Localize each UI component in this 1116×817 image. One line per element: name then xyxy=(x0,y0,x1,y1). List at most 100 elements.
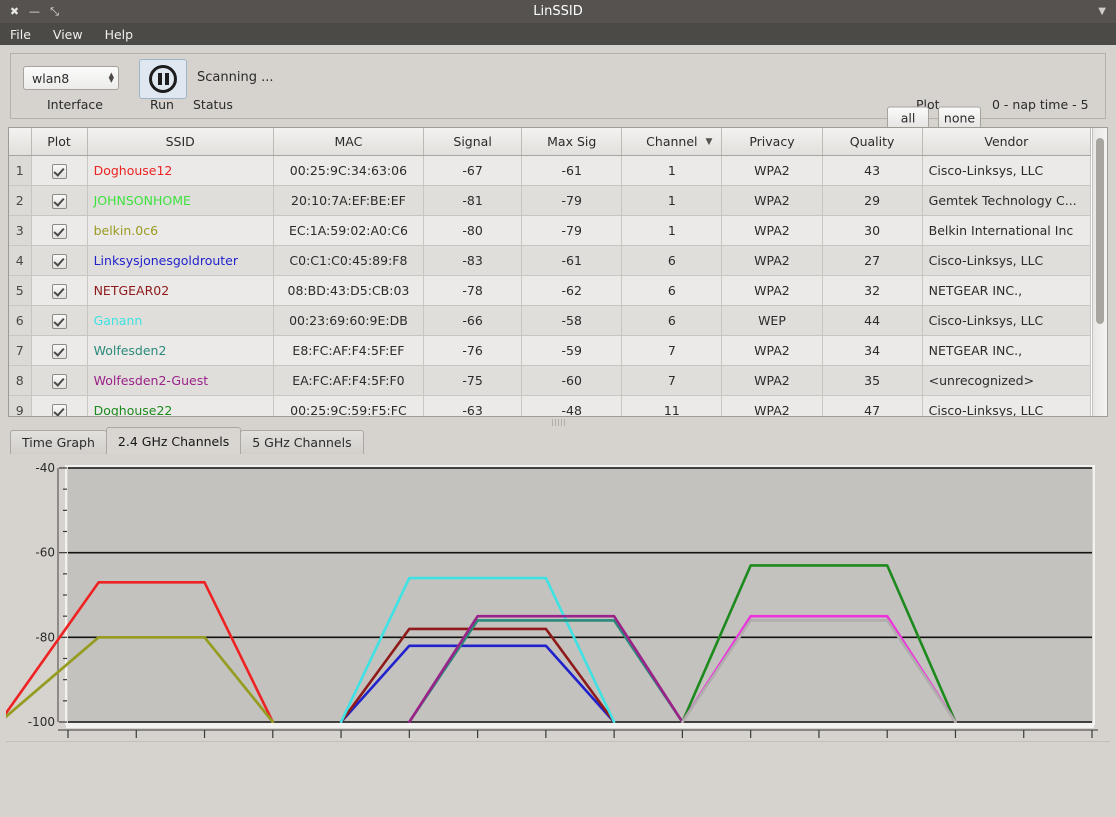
menu-item-file[interactable]: File xyxy=(10,27,31,42)
table-row[interactable]: 7Wolfesden2E8:FC:AF:F4:5F:EF-76-597WPA23… xyxy=(9,336,1091,366)
interface-select[interactable]: wlan8 ▲▼ xyxy=(23,66,119,90)
column-header-signal[interactable]: Signal xyxy=(424,128,522,156)
y-axis-tick-label: -60 xyxy=(35,546,55,560)
row-index: 4 xyxy=(9,246,31,276)
minimize-icon[interactable]: — xyxy=(28,5,41,18)
row-privacy: WPA2 xyxy=(722,276,822,306)
plot-checkbox[interactable] xyxy=(52,374,67,389)
row-signal: -83 xyxy=(424,246,522,276)
row-signal: -66 xyxy=(424,306,522,336)
channel-plot-panel: -40-60-80-1001234567891011121314 xyxy=(6,454,1110,764)
row-quality: 27 xyxy=(822,246,922,276)
column-header-channel[interactable]: Channel ▼ xyxy=(622,128,722,156)
sort-descending-icon: ▼ xyxy=(705,137,712,147)
row-index: 8 xyxy=(9,366,31,396)
chevron-down-icon[interactable]: ▼ xyxy=(1098,6,1106,17)
channel-plot-chart: -40-60-80-1001234567891011121314 xyxy=(6,454,1110,754)
row-ssid: NETGEAR02 xyxy=(87,276,273,306)
row-signal: -67 xyxy=(424,156,522,186)
window-title-bar: ✖ — ⤡ LinSSID ▼ xyxy=(0,0,1116,23)
table-scrollbar-thumb[interactable] xyxy=(1096,138,1104,324)
row-max-sig: -79 xyxy=(522,186,622,216)
pause-icon xyxy=(149,65,177,93)
plot-checkbox[interactable] xyxy=(52,284,67,299)
maximize-icon[interactable]: ⤡ xyxy=(48,5,61,18)
nap-time-label: 0 - nap time - 5 xyxy=(992,97,1089,112)
row-index: 7 xyxy=(9,336,31,366)
close-icon[interactable]: ✖ xyxy=(8,5,21,18)
row-channel: 11 xyxy=(622,396,722,418)
table-row[interactable]: 4LinksysjonesgoldrouterC0:C1:C0:45:89:F8… xyxy=(9,246,1091,276)
row-plot-checkbox-cell[interactable] xyxy=(31,186,87,216)
plot-checkbox[interactable] xyxy=(52,224,67,239)
table-row[interactable]: 2JOHNSONHOME20:10:7A:EF:BE:EF-81-791WPA2… xyxy=(9,186,1091,216)
tab-2-4-ghz-channels[interactable]: 2.4 GHz Channels xyxy=(106,427,241,454)
row-max-sig: -48 xyxy=(522,396,622,418)
run-pause-button[interactable] xyxy=(139,59,187,99)
column-header-quality[interactable]: Quality xyxy=(822,128,922,156)
table-row[interactable]: 3belkin.0c6EC:1A:59:02:A0:C6-80-791WPA23… xyxy=(9,216,1091,246)
row-plot-checkbox-cell[interactable] xyxy=(31,366,87,396)
tab-time-graph[interactable]: Time Graph xyxy=(10,430,107,454)
row-vendor: Cisco-Linksys, LLC xyxy=(922,156,1090,186)
row-privacy: WPA2 xyxy=(722,246,822,276)
spinner-arrows-icon[interactable]: ▲▼ xyxy=(109,73,114,83)
row-quality: 47 xyxy=(822,396,922,418)
row-plot-checkbox-cell[interactable] xyxy=(31,396,87,418)
table-row[interactable]: 1Doghouse1200:25:9C:34:63:06-67-611WPA24… xyxy=(9,156,1091,186)
row-privacy: WPA2 xyxy=(722,366,822,396)
status-bar xyxy=(6,741,1110,764)
row-plot-checkbox-cell[interactable] xyxy=(31,216,87,246)
row-quality: 34 xyxy=(822,336,922,366)
menu-item-view[interactable]: View xyxy=(53,27,83,42)
row-signal: -76 xyxy=(424,336,522,366)
column-header-vendor[interactable]: Vendor xyxy=(922,128,1090,156)
plot-checkbox[interactable] xyxy=(52,254,67,269)
tab-5-ghz-channels[interactable]: 5 GHz Channels xyxy=(240,430,363,454)
table-row[interactable]: 5NETGEAR0208:BD:43:D5:CB:03-78-626WPA232… xyxy=(9,276,1091,306)
row-mac: 20:10:7A:EF:BE:EF xyxy=(273,186,423,216)
column-header-privacy[interactable]: Privacy xyxy=(722,128,822,156)
row-plot-checkbox-cell[interactable] xyxy=(31,156,87,186)
table-row[interactable]: 9Doghouse2200:25:9C:59:F5:FC-63-4811WPA2… xyxy=(9,396,1091,418)
row-plot-checkbox-cell[interactable] xyxy=(31,336,87,366)
menu-item-help[interactable]: Help xyxy=(105,27,134,42)
row-ssid: Linksysjonesgoldrouter xyxy=(87,246,273,276)
column-header-ssid[interactable]: SSID xyxy=(87,128,273,156)
row-max-sig: -61 xyxy=(522,246,622,276)
plot-checkbox[interactable] xyxy=(52,404,67,418)
row-quality: 35 xyxy=(822,366,922,396)
y-axis-tick-label: -100 xyxy=(28,715,55,729)
table-row[interactable]: 6Ganann00:23:69:60:9E:DB-66-586WEP44Cisc… xyxy=(9,306,1091,336)
row-ssid: JOHNSONHOME xyxy=(87,186,273,216)
column-header-mac[interactable]: MAC xyxy=(273,128,423,156)
graph-tabs: Time Graph2.4 GHz Channels5 GHz Channels xyxy=(10,428,1116,454)
column-header-index[interactable] xyxy=(9,128,31,156)
table-header-row: Plot SSID MAC Signal Max Sig Channel ▼ P… xyxy=(9,128,1091,156)
row-vendor: Cisco-Linksys, LLC xyxy=(922,246,1090,276)
column-header-maxsig[interactable]: Max Sig xyxy=(522,128,622,156)
row-mac: 00:23:69:60:9E:DB xyxy=(273,306,423,336)
row-mac: 00:25:9C:59:F5:FC xyxy=(273,396,423,418)
row-ssid: Doghouse12 xyxy=(87,156,273,186)
row-plot-checkbox-cell[interactable] xyxy=(31,306,87,336)
row-ssid: Wolfesden2-Guest xyxy=(87,366,273,396)
plot-checkbox[interactable] xyxy=(52,344,67,359)
access-point-table: Plot SSID MAC Signal Max Sig Channel ▼ P… xyxy=(8,127,1108,417)
row-index: 5 xyxy=(9,276,31,306)
row-channel: 1 xyxy=(622,156,722,186)
row-index: 2 xyxy=(9,186,31,216)
row-vendor: Belkin International Inc xyxy=(922,216,1090,246)
plot-checkbox[interactable] xyxy=(52,194,67,209)
table-body: 1Doghouse1200:25:9C:34:63:06-67-611WPA24… xyxy=(9,156,1091,418)
row-quality: 43 xyxy=(822,156,922,186)
column-header-plot[interactable]: Plot xyxy=(31,128,87,156)
plot-checkbox[interactable] xyxy=(52,314,67,329)
row-plot-checkbox-cell[interactable] xyxy=(31,276,87,306)
row-plot-checkbox-cell[interactable] xyxy=(31,246,87,276)
table-row[interactable]: 8Wolfesden2-GuestEA:FC:AF:F4:5F:F0-75-60… xyxy=(9,366,1091,396)
plot-checkbox[interactable] xyxy=(52,164,67,179)
row-signal: -81 xyxy=(424,186,522,216)
table-vertical-scrollbar[interactable] xyxy=(1092,128,1107,416)
row-signal: -80 xyxy=(424,216,522,246)
